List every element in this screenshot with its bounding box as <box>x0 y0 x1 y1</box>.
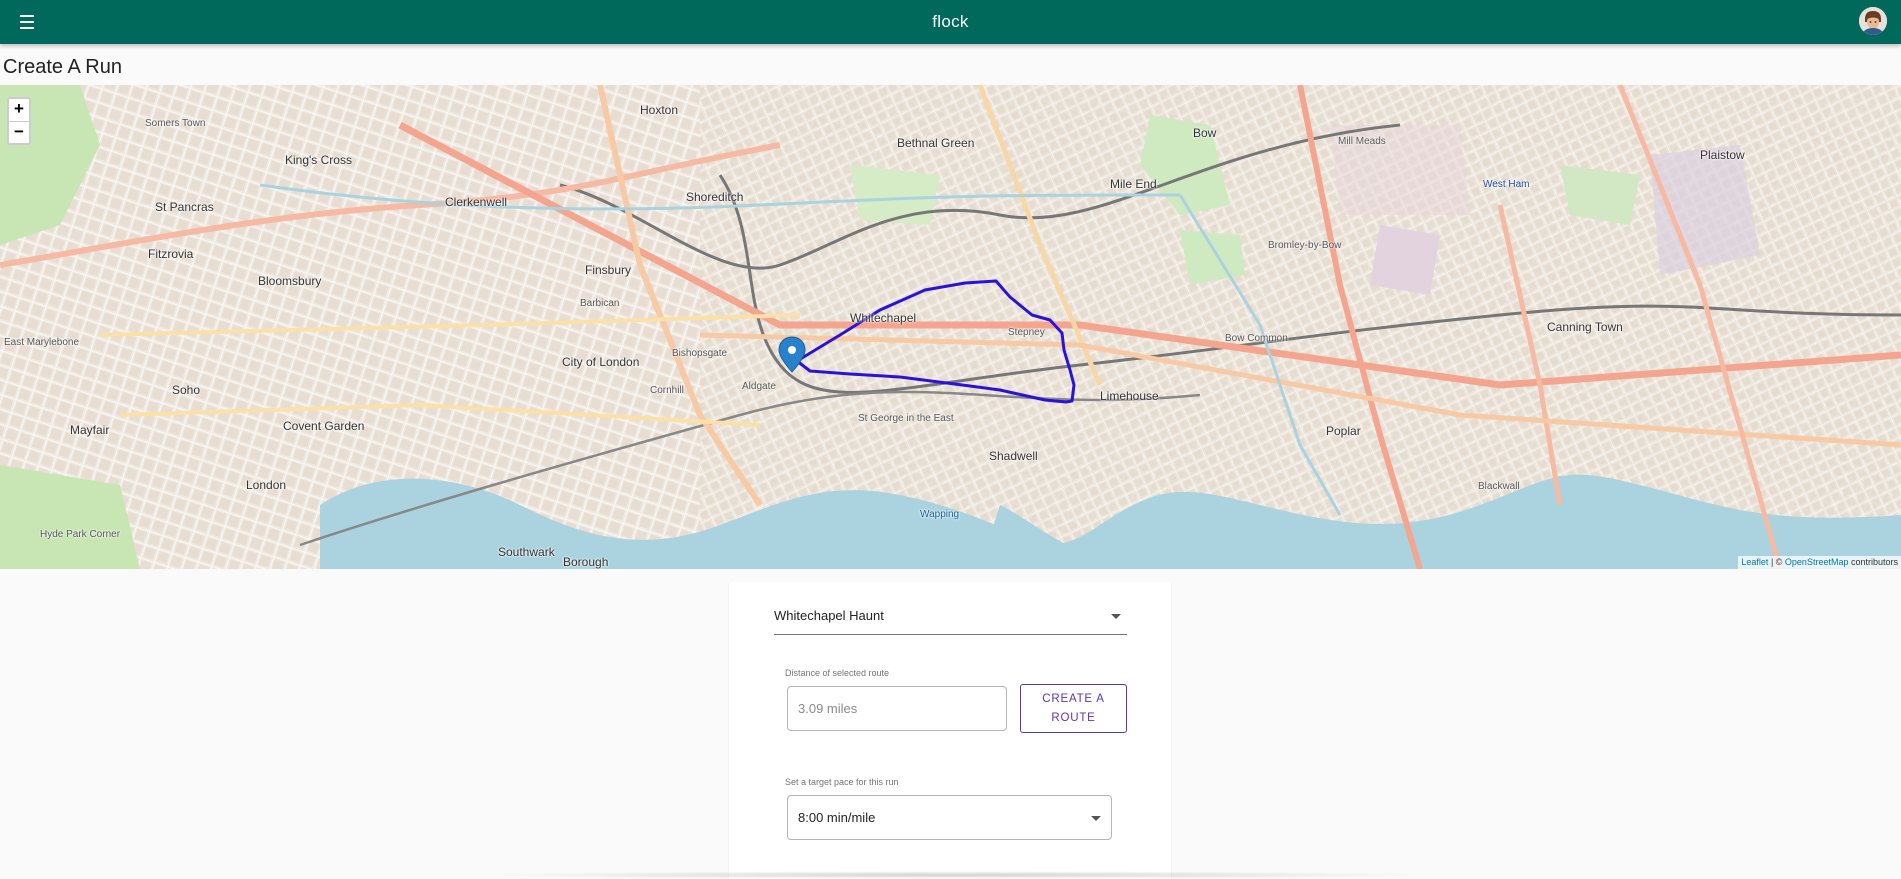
bottom-shadow <box>480 871 1430 879</box>
leaflet-link[interactable]: Leaflet <box>1741 557 1768 567</box>
map-label-london: London <box>246 478 287 492</box>
zoom-control: + − <box>7 97 31 145</box>
run-form-card: Whitechapel Haunt Distance of selected r… <box>729 582 1171 879</box>
map-label-poplar: Poplar <box>1326 424 1361 438</box>
zoom-in-button[interactable]: + <box>9 99 29 121</box>
map-label-covent-garden: Covent Garden <box>283 419 365 433</box>
user-avatar[interactable] <box>1859 7 1887 35</box>
attribution-suffix: contributors <box>1848 557 1898 567</box>
route-select[interactable]: Whitechapel Haunt <box>774 605 1127 635</box>
dropdown-arrow-icon <box>1091 816 1101 821</box>
map-label-cornhill: Cornhill <box>650 385 684 396</box>
map-label-bloomsbury: Bloomsbury <box>258 274 322 288</box>
map-label-barbican: Barbican <box>580 298 620 309</box>
map-label-mile-end: Mile End <box>1110 177 1157 191</box>
route-map[interactable]: Somers Town King's Cross St Pancras Cler… <box>0 85 1901 569</box>
map-label-clerkenwell: Clerkenwell <box>445 195 508 209</box>
map-label-bromley-by-bow: Bromley-by-Bow <box>1268 240 1342 251</box>
pace-select[interactable]: 8:00 min/mile <box>787 795 1112 840</box>
map-attribution: Leaflet | © OpenStreetMap contributors <box>1738 556 1901 569</box>
map-label-west-ham: West Ham <box>1483 179 1530 190</box>
map-label-borough: Borough <box>563 555 609 569</box>
map-label-fitzrovia: Fitzrovia <box>148 247 194 261</box>
map-label-bishopsgate: Bishopsgate <box>672 348 728 359</box>
map-label-finsbury: Finsbury <box>585 263 632 277</box>
map-label-bethnal-green: Bethnal Green <box>897 136 975 150</box>
map-label-kings-cross: King's Cross <box>285 153 352 167</box>
map-label-marylebone: East Marylebone <box>4 337 80 348</box>
create-route-button[interactable]: CREATE A ROUTE <box>1020 684 1127 733</box>
map-label-shoreditch: Shoreditch <box>686 190 744 204</box>
route-select-value: Whitechapel Haunt <box>774 608 884 623</box>
map-label-bow: Bow <box>1193 126 1217 140</box>
pace-select-value: 8:00 min/mile <box>798 810 876 825</box>
map-label-somers-town: Somers Town <box>145 118 206 129</box>
map-label-limehouse: Limehouse <box>1100 389 1159 403</box>
map-label-whitechapel: Whitechapel <box>850 311 917 325</box>
map-label-st-pancras: St Pancras <box>155 200 214 214</box>
map-label-city-of-london: City of London <box>562 355 640 369</box>
zoom-out-button[interactable]: − <box>9 121 29 143</box>
openstreetmap-link[interactable]: OpenStreetMap <box>1785 557 1849 567</box>
distance-field: 3.09 miles <box>787 686 1007 731</box>
map-label-shadwell: Shadwell <box>989 449 1038 463</box>
map-label-canning-town: Canning Town <box>1547 320 1623 334</box>
map-label-aldgate: Aldgate <box>742 381 776 392</box>
map-label-plaistow: Plaistow <box>1700 148 1745 162</box>
pace-label: Set a target pace for this run <box>785 777 899 787</box>
map-label-blackwall: Blackwall <box>1478 481 1520 492</box>
map-label-mill-meads: Mill Meads <box>1338 136 1386 147</box>
map-label-southwark: Southwark <box>498 545 555 559</box>
map-label-hoxton: Hoxton <box>640 103 679 117</box>
attribution-separator: | © <box>1768 557 1785 567</box>
app-title: flock <box>932 12 969 31</box>
distance-label: Distance of selected route <box>785 668 890 678</box>
map-label-soho: Soho <box>172 383 201 397</box>
map-label-bow-common: Bow Common <box>1225 333 1288 344</box>
distance-value: 3.09 miles <box>798 701 858 716</box>
page-title: Create A Run <box>3 56 122 78</box>
map-label-st-george: St George in the East <box>858 413 954 424</box>
app-bar: flock <box>0 0 1901 44</box>
map-label-hyde-park-corner: Hyde Park Corner <box>40 529 121 540</box>
map-label-mayfair: Mayfair <box>70 423 110 437</box>
dropdown-arrow-icon <box>1111 614 1121 619</box>
map-label-stepney: Stepney <box>1008 327 1045 338</box>
avatar-icon <box>1859 7 1887 35</box>
map-label-wapping: Wapping <box>920 509 960 520</box>
